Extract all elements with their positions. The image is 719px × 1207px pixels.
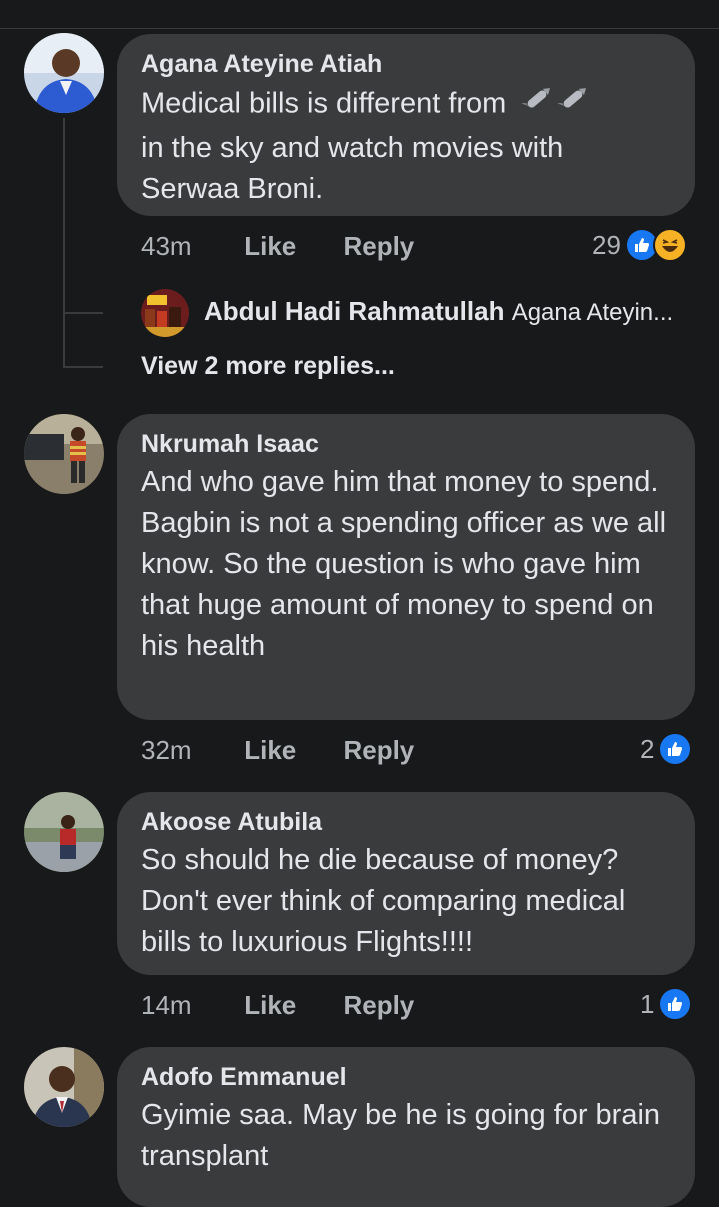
like-reaction-icon	[658, 987, 693, 1021]
like-button[interactable]: Like	[244, 990, 336, 1021]
thread-branch	[63, 312, 103, 314]
reaction-count: 29	[592, 229, 621, 260]
reaction-summary[interactable]: 29	[592, 228, 687, 262]
avatar[interactable]	[24, 792, 104, 872]
like-button[interactable]: Like	[244, 231, 336, 262]
comment-text-line: Medical bills is different from	[141, 87, 507, 120]
reply-button[interactable]: Reply	[343, 231, 414, 262]
comment-text: So should he die because of money? Don't…	[141, 844, 626, 958]
like-button[interactable]: Like	[244, 735, 336, 766]
comment-text-line: Serwaa Broni.	[141, 173, 324, 205]
comment-author[interactable]: Adofo Emmanuel	[141, 1061, 671, 1093]
reaction-count: 1	[640, 988, 655, 1019]
comment-bubble: Adofo Emmanuel Gyimie saa. May be he is …	[117, 1047, 695, 1207]
reply-snippet: Agana Ateyin...	[511, 299, 674, 326]
avatar[interactable]	[24, 33, 104, 113]
reaction-summary[interactable]: 2	[640, 732, 693, 766]
reply-button[interactable]: Reply	[343, 735, 414, 766]
comment-text: Medical bills is different from in the s…	[141, 82, 671, 210]
reaction-count: 2	[640, 733, 655, 764]
comment-text-line: in the sky and watch movies with	[141, 132, 564, 164]
comment-bubble: Akoose Atubila So should he die because …	[117, 792, 695, 975]
rocket-emoji	[520, 82, 592, 128]
comment-author[interactable]: Agana Ateyine Atiah	[141, 48, 671, 80]
comment-actions: 32m Like Reply	[141, 735, 414, 766]
reply-avatar[interactable]	[141, 289, 189, 337]
comment-text: Gyimie saa. May be he is going for brain…	[141, 1099, 661, 1172]
view-more-replies-link[interactable]: View 2 more replies...	[141, 352, 395, 381]
top-divider	[0, 28, 719, 29]
avatar[interactable]	[24, 1047, 104, 1127]
comment-text: And who gave him that money to spend. Ba…	[141, 466, 667, 662]
comment-time[interactable]: 14m	[141, 990, 237, 1021]
reply-preview[interactable]: Abdul Hadi Rahmatullah Agana Ateyin...	[204, 296, 673, 327]
reply-button[interactable]: Reply	[343, 990, 414, 1021]
like-reaction-icon	[658, 732, 693, 766]
comment-author[interactable]: Nkrumah Isaac	[141, 428, 671, 460]
reply-author: Abdul Hadi Rahmatullah	[204, 296, 505, 326]
comment-actions: 43m Like Reply	[141, 231, 414, 262]
comment-bubble: Nkrumah Isaac And who gave him that mone…	[117, 414, 695, 720]
reaction-summary[interactable]: 1	[640, 987, 693, 1021]
haha-reaction-icon	[652, 228, 687, 262]
comment-time[interactable]: 32m	[141, 735, 237, 766]
avatar[interactable]	[24, 414, 104, 494]
comment-time[interactable]: 43m	[141, 231, 237, 262]
comment-bubble: Agana Ateyine Atiah Medical bills is dif…	[117, 34, 695, 216]
comment-author[interactable]: Akoose Atubila	[141, 806, 671, 838]
thread-branch	[63, 366, 103, 368]
comment-actions: 14m Like Reply	[141, 990, 414, 1021]
thread-line	[63, 118, 65, 366]
